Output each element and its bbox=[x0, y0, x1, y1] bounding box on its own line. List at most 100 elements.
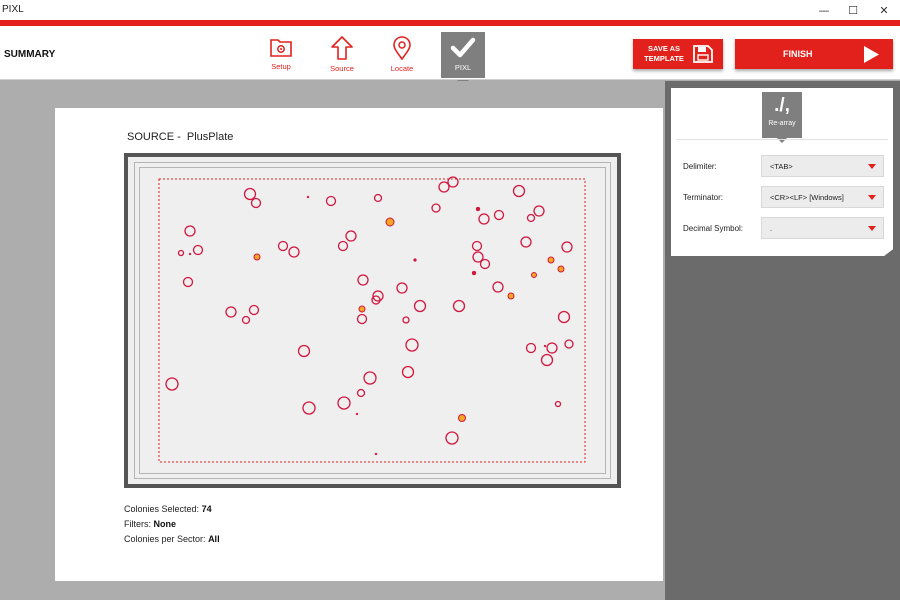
step-pixl-label: PIXL bbox=[454, 63, 472, 72]
colony-marker[interactable] bbox=[564, 339, 574, 349]
colony-marker[interactable] bbox=[363, 371, 377, 385]
colony-marker[interactable] bbox=[540, 353, 554, 367]
colony-marker[interactable] bbox=[520, 236, 532, 248]
colony-marker[interactable] bbox=[241, 315, 251, 325]
colony-marker[interactable] bbox=[402, 316, 410, 324]
colony-marker[interactable] bbox=[452, 299, 466, 313]
colony-marker[interactable] bbox=[471, 270, 477, 276]
step-setup-label: Setup bbox=[271, 62, 291, 71]
delimiter-select[interactable]: <TAB> bbox=[761, 155, 884, 177]
step-locate[interactable]: Locate bbox=[380, 36, 424, 78]
colony-marker[interactable] bbox=[557, 310, 571, 324]
colony-marker[interactable] bbox=[337, 396, 351, 410]
colony-marker[interactable] bbox=[374, 452, 378, 456]
colony-marker-highlighted[interactable] bbox=[557, 265, 565, 273]
colony-marker[interactable] bbox=[413, 299, 427, 313]
floppy-disk-icon bbox=[693, 45, 713, 68]
colony-marker[interactable] bbox=[401, 365, 415, 379]
colony-marker[interactable] bbox=[525, 342, 537, 354]
colony-marker[interactable] bbox=[431, 203, 441, 213]
step-pixl[interactable]: PIXL bbox=[441, 32, 485, 78]
page-title: SUMMARY bbox=[4, 49, 56, 60]
play-triangle-icon bbox=[862, 45, 880, 69]
colony-marker[interactable] bbox=[373, 193, 383, 203]
colony-marker[interactable] bbox=[512, 184, 526, 198]
settings-divider bbox=[676, 139, 888, 140]
save-as-template-button[interactable]: SAVE AS TEMPLATE bbox=[633, 39, 723, 69]
save-template-line1: SAVE AS bbox=[647, 44, 681, 53]
colony-marker[interactable] bbox=[543, 344, 547, 348]
arrow-up-icon bbox=[320, 36, 364, 60]
colony-marker[interactable] bbox=[297, 344, 311, 358]
colony-marker[interactable] bbox=[475, 206, 481, 212]
colony-marker[interactable] bbox=[526, 213, 536, 223]
decimal-symbol-value: . bbox=[770, 224, 773, 233]
colony-marker[interactable] bbox=[357, 274, 369, 286]
colony-marker-highlighted[interactable] bbox=[547, 256, 555, 264]
colony-marker[interactable] bbox=[478, 213, 490, 225]
chevron-down-icon bbox=[868, 164, 876, 169]
colony-marker[interactable] bbox=[177, 249, 185, 257]
colony-marker[interactable] bbox=[355, 412, 359, 416]
colony-marker[interactable] bbox=[325, 195, 337, 207]
colony-marker[interactable] bbox=[192, 244, 204, 256]
rearray-icon: ./, bbox=[774, 95, 790, 116]
colony-marker-highlighted[interactable] bbox=[531, 272, 537, 278]
terminator-select[interactable]: <CR><LF> [Windows] bbox=[761, 186, 884, 208]
finish-button[interactable]: FINISH bbox=[735, 39, 893, 69]
colony-marker-highlighted[interactable] bbox=[507, 292, 515, 300]
terminator-label: Terminator: bbox=[683, 193, 724, 202]
colony-marker[interactable] bbox=[356, 313, 368, 325]
chevron-down-icon bbox=[868, 226, 876, 231]
colony-marker-highlighted[interactable] bbox=[458, 414, 466, 422]
colony-marker[interactable] bbox=[471, 240, 483, 252]
colony-marker[interactable] bbox=[345, 230, 357, 242]
colony-marker[interactable] bbox=[165, 377, 179, 391]
colony-marker[interactable] bbox=[445, 431, 459, 445]
colony-marker[interactable] bbox=[302, 401, 316, 415]
colony-marker[interactable] bbox=[250, 197, 262, 209]
colonies-per-sector-row: Colonies per Sector: All bbox=[124, 534, 220, 544]
colony-marker[interactable] bbox=[243, 187, 257, 201]
save-template-line2: TEMPLATE bbox=[644, 54, 684, 63]
colony-marker[interactable] bbox=[277, 240, 289, 252]
colony-marker[interactable] bbox=[492, 281, 504, 293]
colony-marker[interactable] bbox=[479, 258, 491, 270]
terminator-value: <CR><LF> [Windows] bbox=[770, 193, 844, 202]
gear-folder-icon bbox=[259, 36, 303, 58]
colony-marker[interactable] bbox=[288, 246, 300, 258]
colony-marker[interactable] bbox=[248, 304, 260, 316]
colony-marker[interactable] bbox=[396, 282, 408, 294]
filters-row: Filters: None bbox=[124, 519, 176, 529]
colony-marker[interactable] bbox=[438, 181, 450, 193]
plate-colony-map[interactable] bbox=[124, 153, 621, 488]
colony-marker-highlighted[interactable] bbox=[385, 217, 395, 227]
colony-marker[interactable] bbox=[405, 338, 419, 352]
rearray-tab[interactable]: ./, Re-array bbox=[762, 92, 802, 138]
finish-label: FINISH bbox=[783, 49, 813, 59]
colony-marker[interactable] bbox=[493, 209, 505, 221]
checkmark-icon bbox=[441, 36, 485, 60]
colony-marker[interactable] bbox=[182, 276, 194, 288]
window-titlebar: PIXL — ☐ ✕ bbox=[0, 0, 900, 20]
colony-marker[interactable] bbox=[306, 195, 310, 199]
colony-marker[interactable] bbox=[225, 306, 237, 318]
colony-marker[interactable] bbox=[356, 388, 366, 398]
colony-marker[interactable] bbox=[337, 240, 349, 252]
step-source[interactable]: Source bbox=[320, 36, 364, 78]
colony-marker[interactable] bbox=[413, 258, 417, 262]
colony-marker[interactable] bbox=[184, 225, 196, 237]
colony-marker[interactable] bbox=[188, 252, 192, 256]
minimize-button[interactable]: — bbox=[810, 2, 838, 18]
colony-marker[interactable] bbox=[561, 241, 573, 253]
source-name: PlusPlate bbox=[186, 131, 234, 143]
decimal-symbol-select[interactable]: . bbox=[761, 217, 884, 239]
colony-marker-highlighted[interactable] bbox=[253, 253, 261, 261]
colony-marker[interactable] bbox=[533, 205, 545, 217]
colony-marker[interactable] bbox=[554, 400, 562, 408]
colony-marker[interactable] bbox=[546, 342, 558, 354]
close-button[interactable]: ✕ bbox=[870, 2, 898, 18]
step-setup[interactable]: Setup bbox=[259, 36, 303, 78]
maximize-button[interactable]: ☐ bbox=[839, 2, 867, 18]
colony-marker-highlighted[interactable] bbox=[358, 305, 366, 313]
